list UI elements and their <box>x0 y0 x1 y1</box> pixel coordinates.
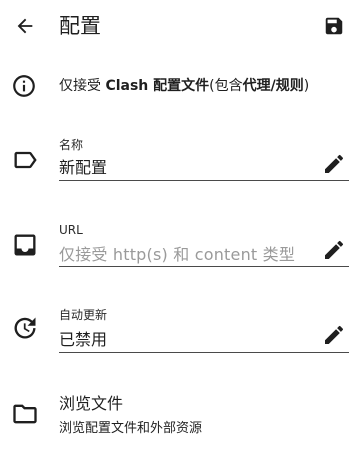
info-row: 仅接受 Clash 配置文件(包含代理/规则) <box>0 66 362 106</box>
url-field-underline <box>59 266 349 267</box>
name-field-underline <box>59 180 349 181</box>
top-app-bar: 配置 <box>0 0 362 52</box>
save-icon <box>325 17 343 35</box>
profile-editor-screen: 配置 仅接受 Clash 配置文件(包含代理/规则) 名称 新配置 URL 仅接… <box>0 0 362 462</box>
browse-files-subtitle: 浏览配置文件和外部资源 <box>59 421 203 436</box>
auto-update-field-label: 自动更新 <box>59 308 108 322</box>
inbox-icon <box>14 234 36 256</box>
back-button[interactable] <box>12 13 38 39</box>
label-icon <box>14 151 37 169</box>
update-icon <box>14 317 36 339</box>
folder-icon <box>13 404 37 424</box>
arrow-back-icon <box>17 18 33 34</box>
browse-files-title: 浏览文件 <box>59 394 124 413</box>
name-field-label: 名称 <box>59 138 84 152</box>
edit-icon[interactable] <box>322 152 346 176</box>
name-field-value: 新配置 <box>59 158 108 177</box>
save-button[interactable] <box>321 13 347 39</box>
url-field-label: URL <box>59 223 83 237</box>
info-text-bold: Clash 配置文件 <box>105 78 210 94</box>
auto-update-field-value: 已禁用 <box>59 330 108 349</box>
url-field[interactable]: URL 仅接受 http(s) 和 content 类型 <box>0 216 362 280</box>
name-field[interactable]: 名称 新配置 <box>0 130 362 194</box>
page-title: 配置 <box>59 14 101 38</box>
info-text-part: (包含 <box>209 78 243 94</box>
info-text-part: 仅接受 <box>59 78 106 94</box>
info-text-bold: 代理/规则 <box>242 78 304 94</box>
auto-update-field[interactable]: 自动更新 已禁用 <box>0 302 362 366</box>
edit-icon[interactable] <box>322 238 346 262</box>
info-icon <box>13 75 35 97</box>
info-text: 仅接受 Clash 配置文件(包含代理/规则) <box>59 75 309 97</box>
edit-icon[interactable] <box>322 323 346 347</box>
auto-update-field-underline <box>59 352 349 353</box>
info-text-part: ) <box>303 78 310 94</box>
url-field-placeholder: 仅接受 http(s) 和 content 类型 <box>59 245 296 264</box>
browse-files-item[interactable]: 浏览文件 浏览配置文件和外部资源 <box>0 385 362 447</box>
